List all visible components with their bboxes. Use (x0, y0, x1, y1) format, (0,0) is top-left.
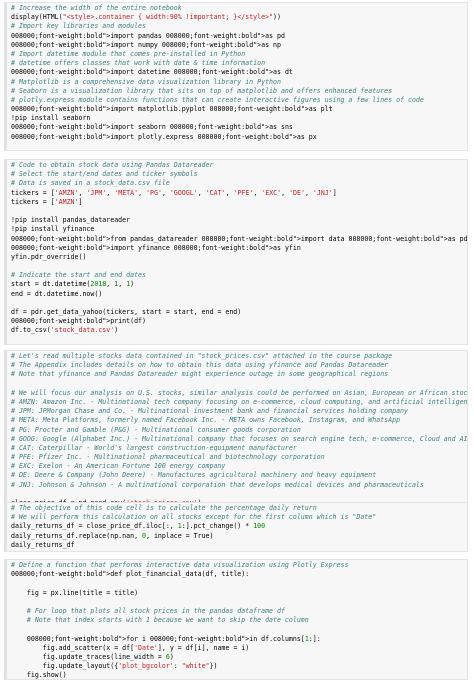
code-cell-plot-function[interactable]: # Define a function that performs intera… (4, 559, 468, 680)
code-comment-line: # JNJ: Johnson & Johnson - A multination… (11, 480, 424, 489)
code-comment-line: # datetime offers classes that work with… (11, 59, 266, 68)
code-comment-line: # Matplotlib is a comprehensive data vis… (11, 77, 281, 86)
code-comment-line: # Note that index starts with 1 because … (11, 616, 309, 625)
code-line: daily_returns_df = close_price_df.iloc[:… (11, 522, 266, 531)
code-cell-stock-data[interactable]: # Code to obtain stock data using Pandas… (4, 159, 468, 345)
code-comment-line: # Indicate the start and end dates (11, 271, 146, 280)
code-comment-line: # EXC: Exelon - An American Fortune 100 … (11, 462, 226, 471)
code-comment-line: # CAT: Caterpillar - World's largest con… (11, 443, 297, 452)
code-comment-line: # We will focus our analysis on U.S. sto… (11, 388, 468, 397)
code-comment-line: # Import key libraries and modules (11, 22, 146, 31)
code-comment-line: # Data is saved in a stock_data.csv file (11, 179, 170, 188)
code-comment-line: # Select the start/end dates and ticker … (11, 170, 198, 179)
code-line: 008000;font-weight:bold">import pandas 0… (11, 31, 285, 40)
code-line: !pip install yfinance (11, 225, 95, 234)
code-cell-daily-returns[interactable]: # The objective of this code cell is to … (4, 502, 468, 552)
code-comment-line: # Define a function that performs intera… (11, 561, 349, 569)
code-line: end = dt.datetime.now() (11, 289, 103, 298)
code-comment-line: # AMZN: Amazon Inc. - Multinational tech… (11, 397, 468, 406)
code-line: display(HTML("<style>.container { width:… (11, 13, 281, 22)
code-cell-imports[interactable]: # Increase the width of the entire noteb… (4, 2, 468, 151)
code-line: fig.update_traces(line_width = 6) (11, 652, 174, 661)
code-line: start = dt.datetime(2018, 1, 1) (11, 280, 135, 289)
code-line: fig = px.line(title = title) (11, 588, 139, 597)
code-comment-line: # Seaborn is a visualization library tha… (11, 86, 393, 95)
code-comment-line: # PFE: Pfizer Inc. - Multinational pharm… (11, 453, 325, 462)
code-comment-line: # DE: Deere & Company (John Deere) - Man… (11, 471, 377, 480)
code-line: fig.add_scatter(x = df['Date'], y = df[i… (11, 643, 250, 652)
code-comment-line: # META: Meta Platforms, formerly named F… (11, 416, 401, 425)
code-line: df.to_csv('stock_data.csv') (11, 326, 119, 335)
code-line: fig.update_layout({'plot_bgcolor': "whit… (11, 662, 218, 671)
code-comment-line: # Increase the width of the entire noteb… (11, 4, 182, 12)
code-line: 008000;font-weight:bold">print(df) (11, 317, 146, 326)
code-line: !pip install pandas_datareader (11, 216, 131, 225)
code-comment-line: # We will perform this calculation on al… (11, 513, 377, 522)
code-line: yfin.pdr_override() (11, 252, 87, 261)
code-line: tickers = ['AMZN', 'JPM', 'META', 'PG', … (11, 188, 337, 197)
notebook: # Increase the width of the entire noteb… (0, 0, 474, 681)
code-line: 008000;font-weight:bold">from pandas_dat… (11, 234, 468, 243)
code-line: 008000;font-weight:bold">import matplotl… (11, 105, 333, 114)
code-comment-line: # Code to obtain stock data using Pandas… (11, 161, 214, 169)
code-comment-line: # The Appendix includes details on how t… (11, 361, 389, 370)
code-line: !pip install seaborn (11, 114, 91, 123)
code-line: df = pdr.get_data_yahoo(tickers, start =… (11, 308, 242, 316)
code-line: 008000;font-weight:bold">def plot_financ… (11, 570, 250, 579)
code-comment-line: # For loop that plots all stock prices i… (11, 606, 285, 615)
code-line: 008000;font-weight:bold">import numpy 00… (11, 40, 281, 49)
code-line: daily_returns_df.replace(np.nan, 0, inpl… (11, 531, 214, 540)
code-cell-read-csv[interactable]: # Let's read multiple stocks data contai… (4, 350, 468, 518)
code-comment-line: # Let's read multiple stocks data contai… (11, 352, 393, 360)
code-comment-line: # The objective of this code cell is to … (11, 504, 317, 512)
code-comment-line: # Import datetime module that comes pre-… (11, 49, 246, 58)
code-comment-line: # plotly.express module contains functio… (11, 95, 424, 104)
code-line: 008000;font-weight:bold">import seaborn … (11, 123, 293, 132)
code-comment-line: # JPM: JPMorgan Chase and Co. - Multinat… (11, 407, 408, 416)
code-line: 008000;font-weight:bold">import datetime… (11, 68, 293, 77)
code-line: daily_returns_df (11, 540, 75, 549)
code-line: 008000;font-weight:bold">import plotly.e… (11, 132, 317, 141)
code-line: 008000;font-weight:bold">for i 008000;fo… (26, 634, 321, 643)
code-line: tickers = ['AMZN'] (11, 197, 83, 206)
code-comment-line: # PG: Procter and Gamble (P&G) - Multina… (11, 425, 301, 434)
code-line: fig.show() (11, 671, 67, 680)
code-comment-line: # Note that yfinance and Pandas Dataread… (11, 370, 389, 379)
code-comment-line: # GOOG: Google (Alphabet Inc.) - Multina… (11, 434, 468, 443)
code-line: 008000;font-weight:bold">import yfinance… (11, 243, 301, 252)
